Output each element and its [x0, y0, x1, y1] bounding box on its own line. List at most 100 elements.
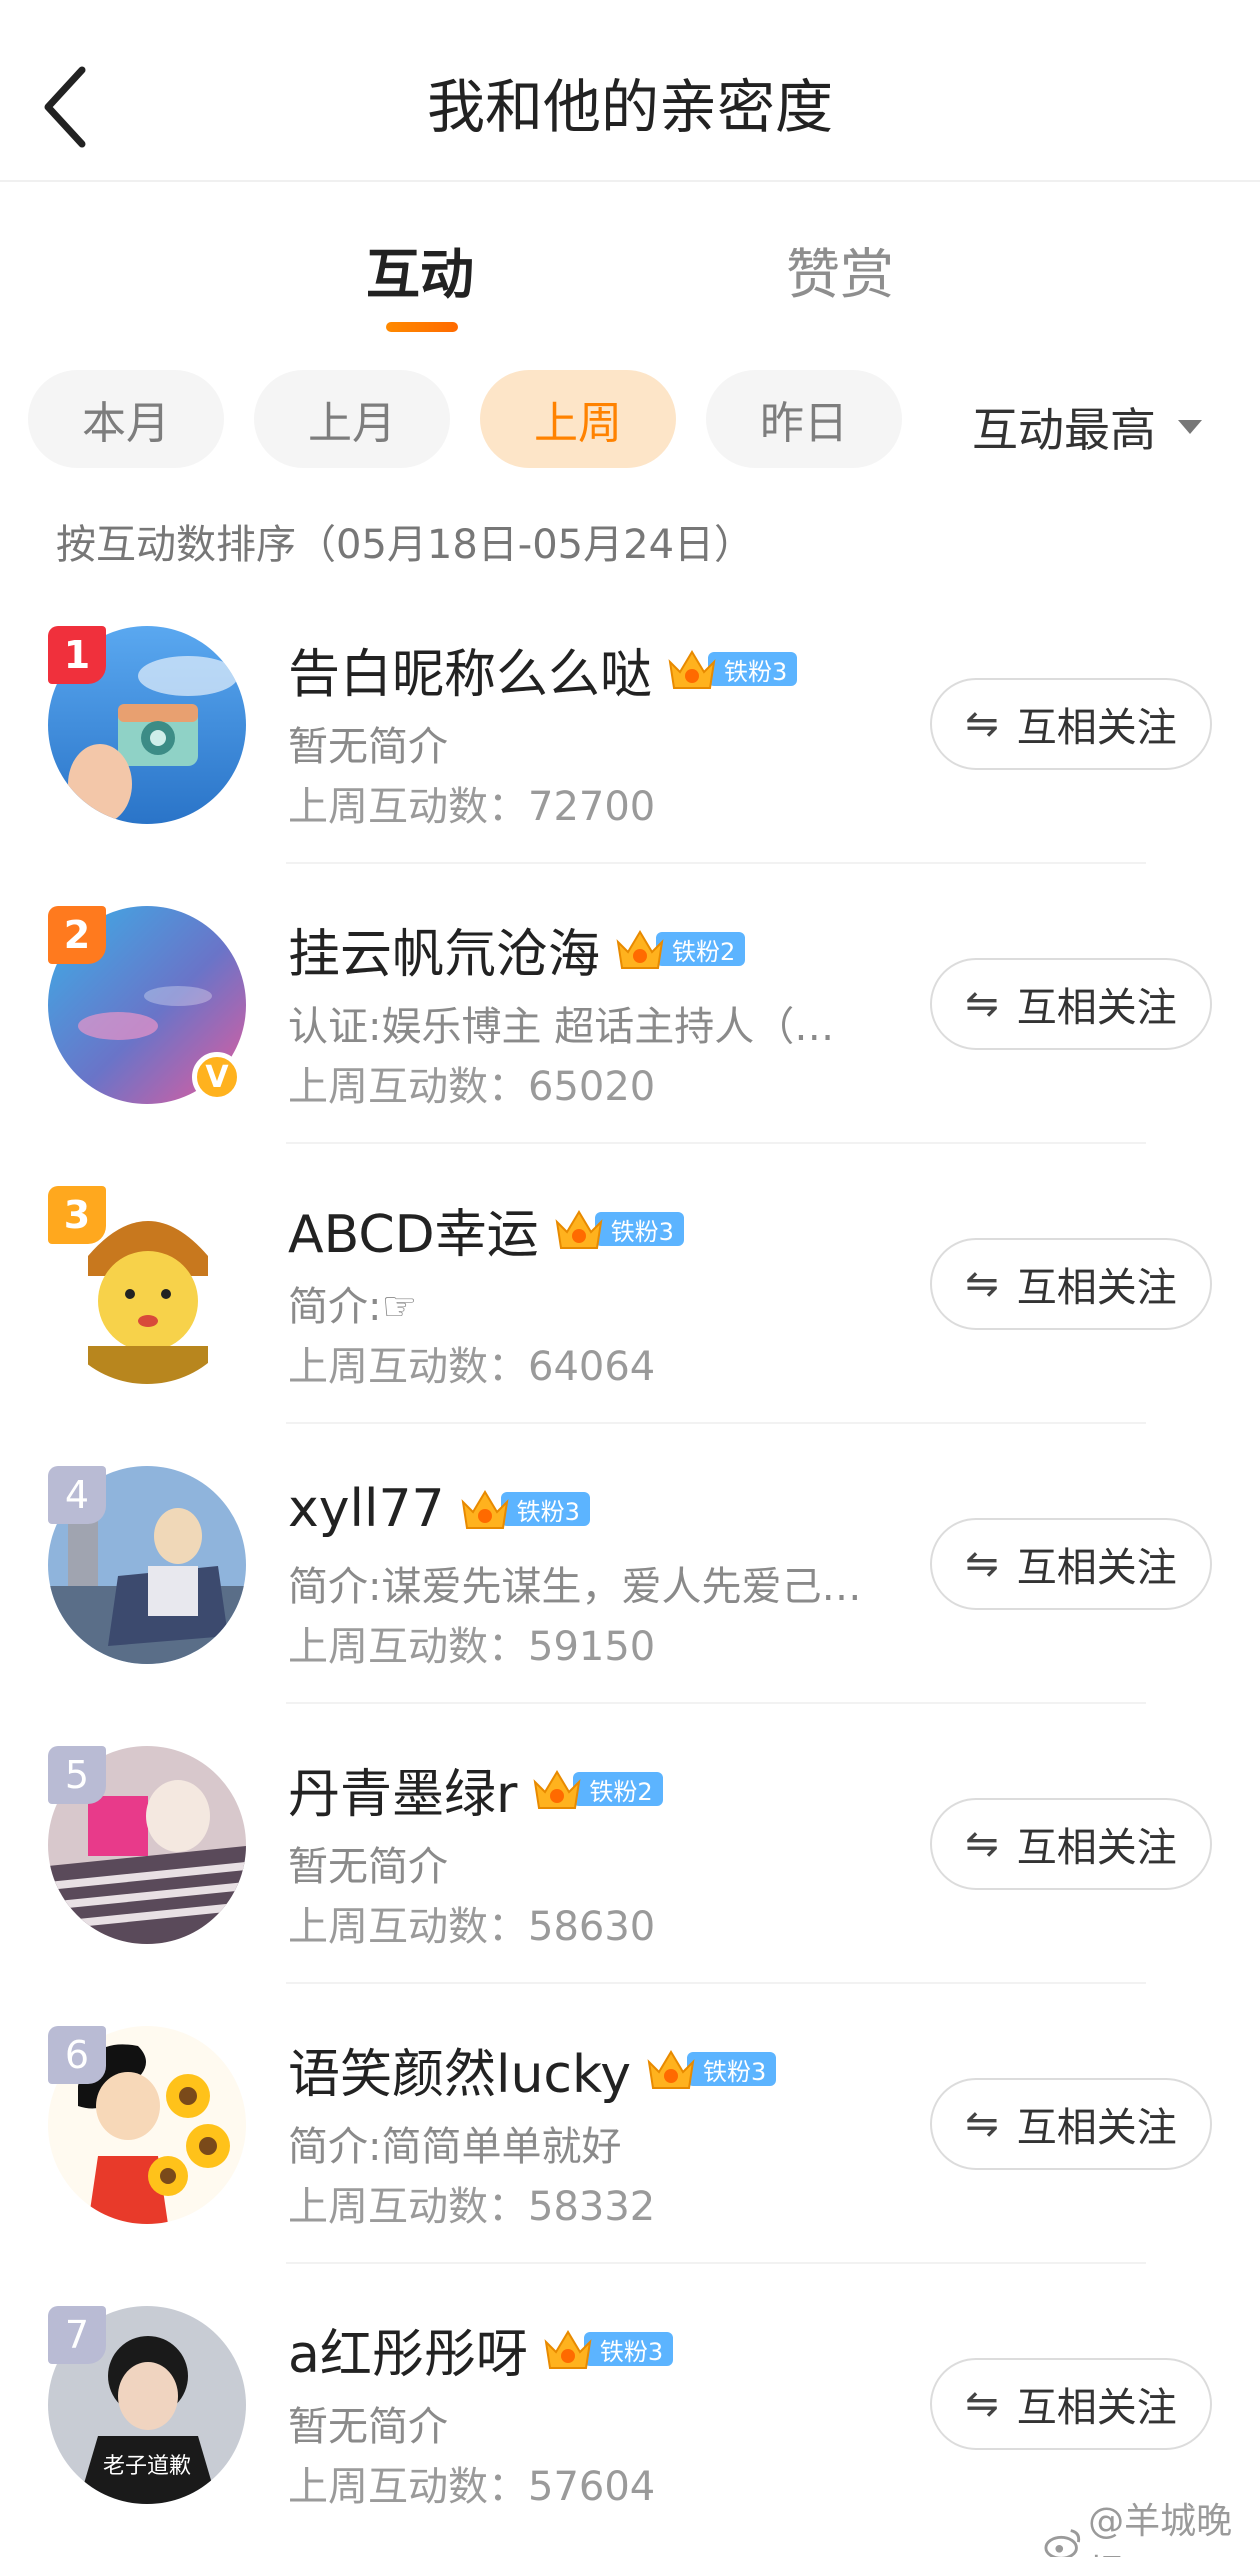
sort-dropdown[interactable]: 互动最高	[972, 394, 1202, 460]
user-name[interactable]: 告白昵称么么哒	[288, 632, 652, 707]
interaction-count: 上周互动数：72700	[288, 784, 656, 830]
rank-badge: 2	[48, 906, 106, 964]
crown-icon	[533, 1770, 581, 1809]
fan-level-label: 铁粉3	[500, 1492, 590, 1526]
mutual-follow-icon: ⇋	[965, 2381, 999, 2427]
interaction-count: 上周互动数：57604	[288, 2464, 656, 2510]
sort-label: 互动最高	[972, 403, 1156, 457]
tab-bar: 互动 赞赏	[0, 210, 1260, 340]
watermark-text: @羊城晚报	[1088, 2501, 1233, 2557]
follow-label: 互相关注	[1016, 705, 1177, 751]
filter-last-month[interactable]: 上月	[254, 370, 450, 468]
fan-level-badge: 铁粉3	[542, 2328, 674, 2370]
interaction-count: 上周互动数：59150	[288, 1624, 656, 1670]
user-bio: 暂无简介	[288, 2404, 448, 2450]
watermark: @羊城晚报	[1044, 2492, 1260, 2557]
follow-label: 互相关注	[1016, 1825, 1177, 1871]
user-name[interactable]: 挂云帆氘沧海	[288, 912, 600, 987]
list-item[interactable]: 4 xyll77 铁粉3 简介:谋爱先谋生，爱人先爱己… 上周互动数：59150…	[0, 1444, 1260, 1724]
crown-icon	[616, 930, 664, 969]
fan-level-label: 铁粉3	[708, 652, 798, 686]
mutual-follow-button[interactable]: ⇋ 互相关注	[930, 2358, 1212, 2450]
divider	[286, 862, 1146, 864]
fan-level-badge: 铁粉3	[459, 1488, 590, 1530]
verified-badge-icon: V	[192, 1052, 242, 1102]
user-bio: 简介:☞	[288, 1284, 418, 1330]
rank-badge: 3	[48, 1186, 106, 1244]
fan-level-badge: 铁粉2	[614, 928, 746, 970]
follow-label: 互相关注	[1016, 2385, 1177, 2431]
user-name[interactable]: 语笑颜然lucky	[288, 2032, 631, 2107]
divider	[286, 2262, 1146, 2264]
rank-badge: 1	[48, 626, 106, 684]
fan-level-label: 铁粉3	[583, 2332, 674, 2366]
crown-icon	[544, 2330, 592, 2369]
user-name[interactable]: a红彤彤呀	[288, 2312, 528, 2387]
list-item[interactable]: 5 丹青墨绿r 铁粉2 暂无简介 上周互动数：58630 ⇋ 互相关注	[0, 1724, 1260, 2004]
crown-icon	[647, 2050, 695, 2089]
interaction-count: 上周互动数：58332	[288, 2184, 656, 2230]
caret-down-icon	[1178, 420, 1202, 434]
user-name[interactable]: ABCD幸运	[288, 1192, 539, 1267]
follow-label: 互相关注	[1016, 2105, 1177, 2151]
weibo-logo-icon	[1044, 2529, 1081, 2557]
tab-reward[interactable]: 赞赏	[786, 230, 894, 309]
mutual-follow-icon: ⇋	[965, 1261, 999, 1307]
mutual-follow-icon: ⇋	[965, 1541, 999, 1587]
user-bio: 暂无简介	[288, 724, 448, 770]
fan-level-badge: 铁粉3	[553, 1208, 684, 1250]
fan-level-label: 铁粉3	[594, 1212, 684, 1246]
mutual-follow-button[interactable]: ⇋ 互相关注	[930, 958, 1212, 1050]
rank-badge: 6	[48, 2026, 106, 2084]
mutual-follow-button[interactable]: ⇋ 互相关注	[930, 1798, 1212, 1890]
crown-icon	[668, 650, 716, 689]
user-name[interactable]: 丹青墨绿r	[288, 1752, 517, 1827]
user-bio: 简介:简简单单就好	[288, 2124, 622, 2170]
follow-label: 互相关注	[1016, 1545, 1177, 1591]
mutual-follow-button[interactable]: ⇋ 互相关注	[930, 1238, 1212, 1330]
tab-interaction[interactable]: 互动	[366, 230, 474, 309]
user-bio: 认证:娱乐博主 超话主持人（…	[288, 1004, 835, 1050]
list-item[interactable]: 6 语笑颜然lucky 铁粉3 简介:简简单单就好 上周互动数：58332 ⇋ …	[0, 2004, 1260, 2284]
divider	[286, 1142, 1146, 1144]
mutual-follow-button[interactable]: ⇋ 互相关注	[930, 678, 1212, 770]
user-name[interactable]: xyll77	[288, 1479, 445, 1539]
active-tab-indicator	[386, 322, 458, 332]
mutual-follow-button[interactable]: ⇋ 互相关注	[930, 1518, 1212, 1610]
interaction-count: 上周互动数：58630	[288, 1904, 656, 1950]
user-bio: 简介:谋爱先谋生，爱人先爱己…	[288, 1564, 862, 1610]
user-bio: 暂无简介	[288, 1844, 448, 1890]
mutual-follow-button[interactable]: ⇋ 互相关注	[930, 2078, 1212, 2170]
mutual-follow-icon: ⇋	[965, 981, 999, 1027]
divider	[286, 1982, 1146, 1984]
rank-badge: 4	[48, 1466, 106, 1524]
filter-yesterday[interactable]: 昨日	[706, 370, 902, 468]
mutual-follow-icon: ⇋	[965, 1821, 999, 1867]
interaction-count: 上周互动数：65020	[288, 1064, 656, 1110]
mutual-follow-icon: ⇋	[965, 2101, 999, 2147]
fan-level-badge: 铁粉3	[645, 2048, 777, 2090]
fan-level-label: 铁粉2	[573, 1772, 663, 1806]
avatar-caption: 老子道歉	[102, 2454, 191, 2479]
page-title: 我和他的亲密度	[426, 73, 833, 141]
follow-label: 互相关注	[1016, 985, 1177, 1031]
sort-description: 按互动数排序（05月18日-05月24日）	[56, 522, 755, 568]
follow-label: 互相关注	[1016, 1265, 1177, 1311]
fan-level-label: 铁粉2	[656, 932, 746, 966]
crown-icon	[461, 1490, 509, 1529]
list-item[interactable]: 3 ABCD幸运 铁粉3 简介:☞ 上周互动数：64064 ⇋ 互相关注	[0, 1164, 1260, 1444]
interaction-count: 上周互动数：64064	[288, 1344, 656, 1390]
filter-last-week[interactable]: 上周	[480, 370, 676, 468]
mutual-follow-icon: ⇋	[965, 701, 999, 747]
user-list: 1 告白昵称么么哒 铁粉3 暂无简介 上周互动数：72700 ⇋ 互相关注 2	[0, 604, 1260, 2557]
rank-badge: 5	[48, 1746, 106, 1804]
fan-level-label: 铁粉3	[687, 2052, 777, 2086]
rank-badge: 7	[48, 2306, 106, 2364]
filter-this-month[interactable]: 本月	[28, 370, 224, 468]
list-item[interactable]: 1 告白昵称么么哒 铁粉3 暂无简介 上周互动数：72700 ⇋ 互相关注	[0, 604, 1260, 884]
list-item[interactable]: 2 V 挂云帆氘沧海 铁粉2 认证:娱乐博主 超话主持人（… 上周互动数：650…	[0, 884, 1260, 1164]
period-filters: 本月 上月 上周 昨日 互动最高	[0, 370, 1260, 470]
divider	[286, 1422, 1146, 1424]
fan-level-badge: 铁粉3	[666, 648, 798, 690]
top-bar: 我和他的亲密度	[0, 0, 1260, 182]
